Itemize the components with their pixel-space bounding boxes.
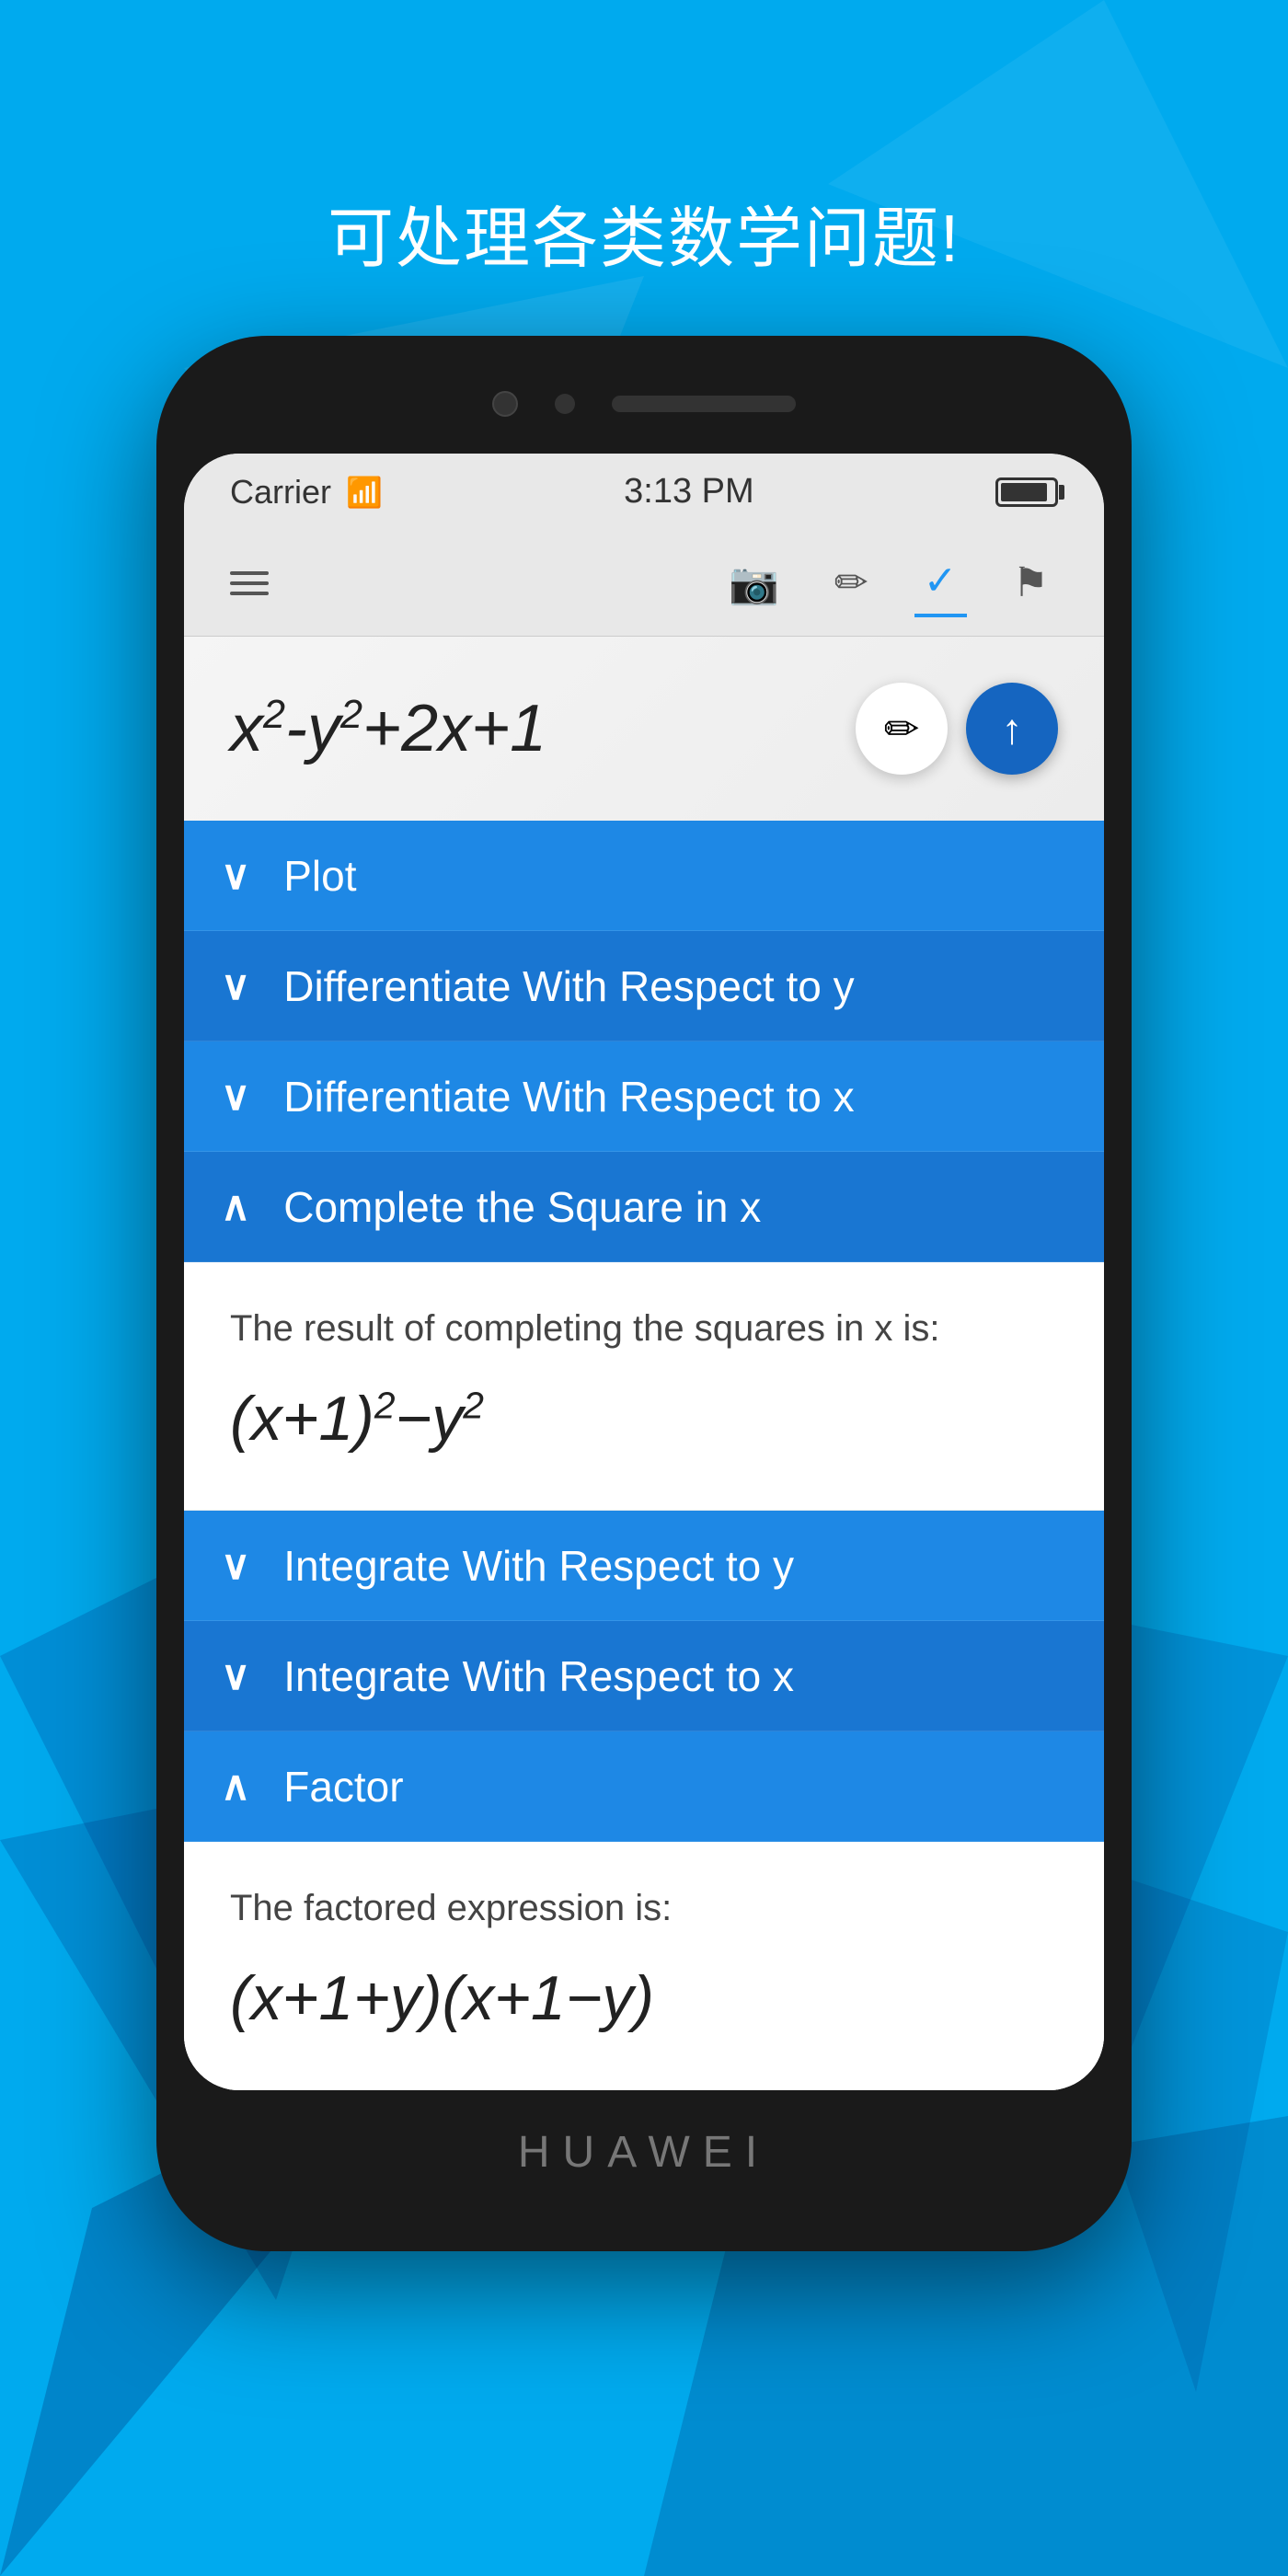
status-bar: Carrier 📶 3:13 PM (184, 454, 1104, 530)
phone-body: Carrier 📶 3:13 PM 📷 (156, 336, 1132, 2251)
menu-line-3 (230, 592, 269, 595)
battery-container (995, 477, 1058, 507)
chevron-down-icon: ∨ (221, 852, 250, 899)
chevron-down-icon: ∨ (221, 1652, 250, 1699)
phone-camera (492, 391, 518, 417)
factor-result: The factored expression is: (x+1+y)(x+1−… (184, 1842, 1104, 2090)
menu-item-diff-y[interactable]: ∨ Differentiate With Respect to y (184, 931, 1104, 1041)
phone-speaker (612, 396, 796, 412)
chevron-down-icon: ∨ (221, 1073, 250, 1120)
wifi-icon: 📶 (346, 475, 383, 510)
phone-bottom: HUAWEI (184, 2090, 1104, 2196)
expression-buttons: ✏ ↑ (856, 683, 1058, 775)
carrier-label: Carrier (230, 473, 331, 512)
complete-square-label: Complete the Square in x (283, 1182, 761, 1232)
upload-icon: ↑ (1002, 704, 1023, 753)
nav-bar: 📷 ✏ ✓ ⚑ (184, 530, 1104, 637)
menu-line-1 (230, 571, 269, 575)
factor-formula: (x+1+y)(x+1−y) (230, 1962, 1058, 2034)
diff-y-label: Differentiate With Respect to y (283, 961, 854, 1011)
diff-x-label: Differentiate With Respect to x (283, 1072, 854, 1121)
menu-item-factor[interactable]: ∧ Factor (184, 1731, 1104, 1842)
camera-icon[interactable]: 📷 (719, 550, 788, 616)
complete-square-result: The result of completing the squares in … (184, 1262, 1104, 1511)
pencil-icon[interactable]: ✏ (825, 550, 878, 615)
edit-icon: ✏ (884, 704, 920, 753)
phone-screen: Carrier 📶 3:13 PM 📷 (184, 454, 1104, 2090)
integrate-x-label: Integrate With Respect to x (283, 1651, 794, 1701)
plot-label: Plot (283, 851, 356, 901)
page-title: 可处理各类数学问题! (328, 184, 960, 281)
factor-description: The factored expression is: (230, 1888, 1058, 1929)
battery-icon (995, 477, 1058, 507)
checkmark-icon[interactable]: ✓ (914, 548, 967, 617)
phone-frame: Carrier 📶 3:13 PM 📷 (156, 336, 1132, 2251)
battery-fill (1001, 483, 1047, 501)
complete-square-formula: (x+1)2−y2 (230, 1383, 1058, 1455)
phone-dot (555, 394, 575, 414)
chevron-down-icon: ∨ (221, 962, 250, 1009)
menu-item-integrate-x[interactable]: ∨ Integrate With Respect to x (184, 1621, 1104, 1731)
factor-label: Factor (283, 1762, 403, 1811)
chevron-down-icon: ∨ (221, 1542, 250, 1589)
expression-display: x2-y2+2x+1 (230, 691, 546, 766)
phone-brand-label: HUAWEI (518, 2127, 770, 2178)
complete-square-description: The result of completing the squares in … (230, 1308, 1058, 1350)
chevron-up-icon: ∧ (221, 1763, 250, 1810)
time-display: 3:13 PM (624, 472, 754, 512)
edit-expression-button[interactable]: ✏ (856, 683, 948, 775)
menu-item-plot[interactable]: ∨ Plot (184, 821, 1104, 931)
menu-line-2 (230, 581, 269, 585)
chevron-up-icon: ∧ (221, 1183, 250, 1230)
menu-item-complete-square[interactable]: ∧ Complete the Square in x (184, 1152, 1104, 1262)
upload-button[interactable]: ↑ (966, 683, 1058, 775)
hamburger-menu[interactable] (230, 571, 269, 595)
phone-top-bar (184, 391, 1104, 417)
menu-item-integrate-y[interactable]: ∨ Integrate With Respect to y (184, 1511, 1104, 1621)
menu-item-diff-x[interactable]: ∨ Differentiate With Respect to x (184, 1041, 1104, 1152)
flag-icon[interactable]: ⚑ (1004, 550, 1058, 615)
nav-icons: 📷 ✏ ✓ ⚑ (719, 548, 1058, 617)
status-left: Carrier 📶 (230, 473, 383, 512)
expression-area: x2-y2+2x+1 ✏ ↑ (184, 637, 1104, 821)
integrate-y-label: Integrate With Respect to y (283, 1541, 794, 1591)
menu-list: ∨ Plot ∨ Differentiate With Respect to y… (184, 821, 1104, 2090)
